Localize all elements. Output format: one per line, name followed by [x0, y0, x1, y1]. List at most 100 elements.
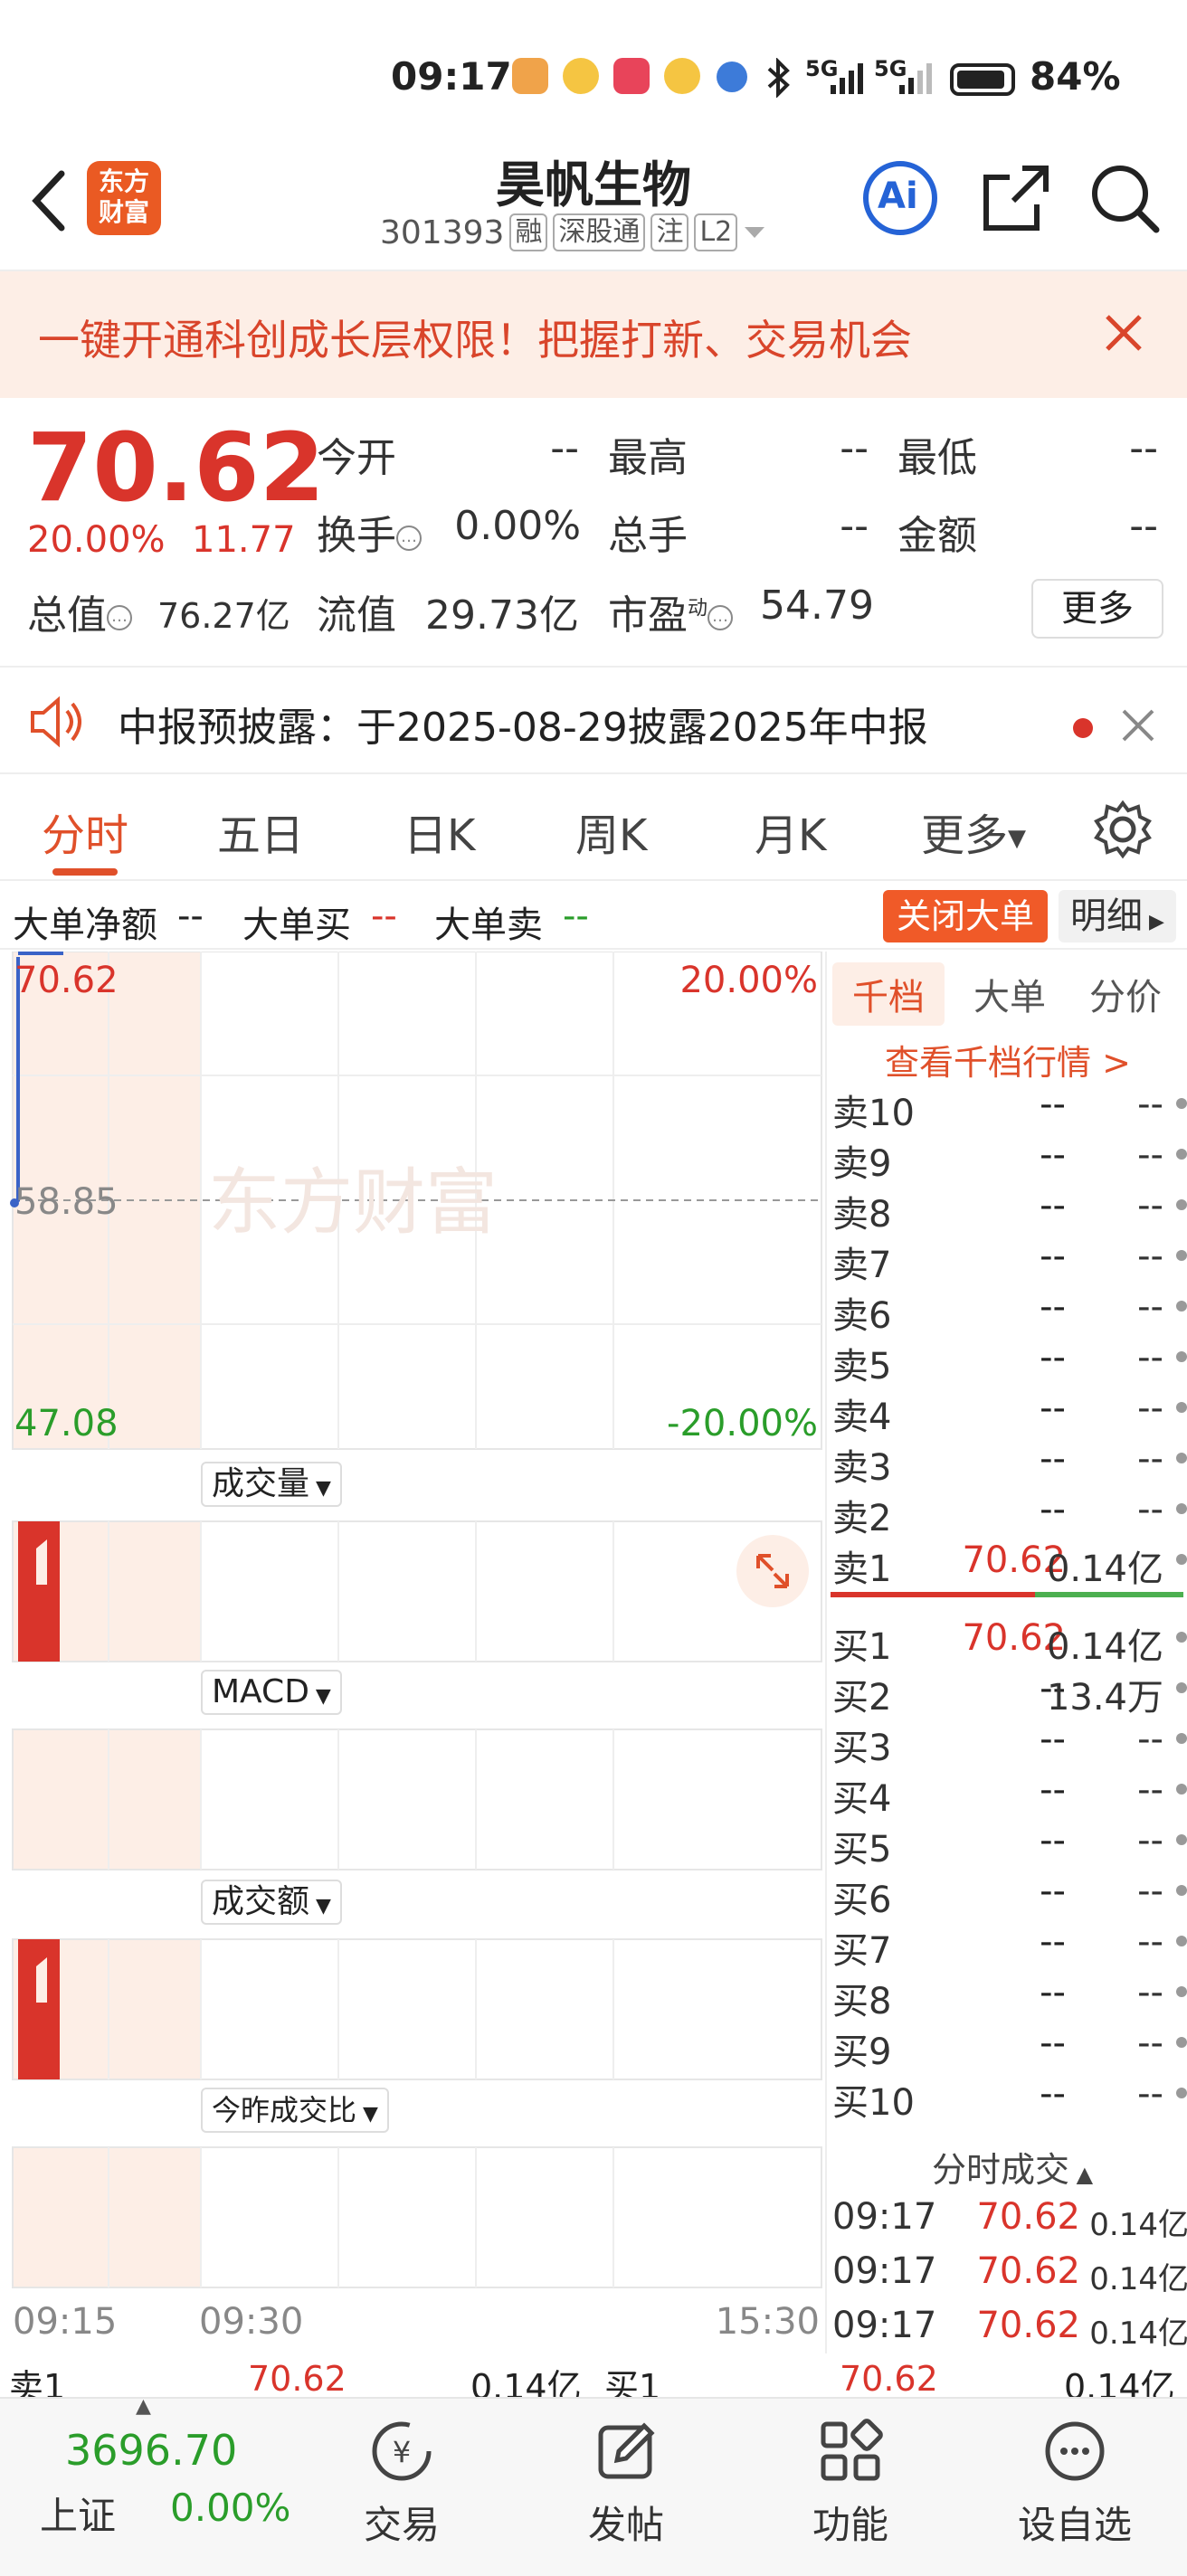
change-amount: 11.77	[192, 519, 296, 561]
ask-row[interactable]: 卖6 -- --	[832, 1281, 1187, 1337]
battery-percent: 84%	[1030, 54, 1121, 99]
nav-post[interactable]: 发帖	[545, 2415, 707, 2550]
bid-row[interactable]: 买3 -- --	[832, 1713, 1187, 1769]
gear-icon[interactable]	[1093, 800, 1153, 859]
price-high-label: 70.62	[14, 960, 119, 1001]
level-dot	[1176, 1098, 1187, 1109]
tab-daily-k[interactable]: 日K	[404, 800, 475, 863]
tab-depth[interactable]: 千档	[832, 962, 945, 1026]
level-dot	[1176, 1632, 1187, 1643]
bid-row[interactable]: 买5 -- --	[832, 1814, 1187, 1870]
promo-text: 一键开通科创成长层权限！把握打新、交易机会	[38, 316, 912, 365]
level-volume: --	[1137, 1820, 1163, 1861]
close-icon[interactable]	[1118, 706, 1158, 745]
info-icon[interactable]: …	[707, 605, 734, 630]
earnings-notice[interactable]: 中报预披露：于2025-08-29披露2025年中报	[0, 666, 1187, 774]
ai-assistant-button[interactable]: Ai	[861, 159, 939, 237]
trade-price: 70.62	[976, 2250, 1080, 2292]
info-icon[interactable]: …	[396, 526, 422, 551]
amount-pane-selector[interactable]: 成交额 ▼	[201, 1880, 342, 1925]
bid-row[interactable]: 买9 -- --	[832, 2017, 1187, 2073]
sell-value: --	[563, 895, 589, 937]
detail-button[interactable]: 明细 ▶	[1059, 890, 1176, 942]
ask-row[interactable]: 卖4 -- --	[832, 1382, 1187, 1438]
share-icon[interactable]	[977, 159, 1055, 237]
float-value: 29.73亿	[425, 592, 579, 639]
promo-banner[interactable]: 一键开通科创成长层权限！把握打新、交易机会	[0, 271, 1187, 398]
level-price: --	[1040, 1719, 1066, 1760]
trade-row: 09:17 70.62 0.14亿	[832, 2299, 1187, 2352]
level-dot	[1176, 1936, 1187, 1946]
info-icon[interactable]: …	[107, 605, 132, 630]
bid-row[interactable]: 买6 -- --	[832, 1865, 1187, 1921]
level-price: --	[1040, 1387, 1066, 1429]
nav-functions[interactable]: 功能	[769, 2415, 932, 2550]
nav-trade[interactable]: ¥ 交易	[320, 2415, 483, 2550]
close-big-orders-button[interactable]: 关闭大单	[883, 890, 1048, 942]
bid-row[interactable]: 买10 -- --	[832, 2068, 1187, 2124]
ask-row[interactable]: 卖7 -- --	[832, 1230, 1187, 1286]
level-price: --	[1040, 1185, 1066, 1226]
level-price: --	[1040, 1489, 1066, 1530]
level-price: --	[1040, 1769, 1066, 1811]
caret-down-icon: ▼	[309, 1477, 331, 1500]
tab-more[interactable]: 更多▼	[921, 800, 1026, 863]
tab-weekly-k[interactable]: 周K	[575, 800, 647, 863]
caret-down-icon	[745, 227, 765, 238]
level1-ticker: 卖1 70.62 0.14亿 买1 70.62 0.14亿	[0, 2355, 1187, 2397]
view-depth-link[interactable]: 查看千档行情 >	[885, 1035, 1131, 1084]
level-volume: --	[1137, 1084, 1163, 1125]
trades-header[interactable]: 分时成交 ▲	[932, 2142, 1093, 2192]
tab-big-orders[interactable]: 大单	[973, 968, 1046, 1020]
bid-row[interactable]: 买4 -- --	[832, 1764, 1187, 1820]
more-button[interactable]: 更多	[1031, 579, 1163, 639]
trade-volume: 0.14亿	[1089, 2261, 1187, 2297]
tab-intraday[interactable]: 分时	[42, 800, 128, 863]
ask-row[interactable]: 卖3 -- --	[832, 1433, 1187, 1489]
pe-label: 市盈动…	[608, 582, 734, 640]
expand-button[interactable]	[736, 1535, 809, 1607]
pane-label: 成交额	[212, 1883, 310, 1920]
level-dot	[1176, 1351, 1187, 1362]
net-label: 大单净额	[13, 904, 157, 946]
turnover-label: 换手…	[317, 503, 422, 561]
ask-row[interactable]: 卖5 -- --	[832, 1331, 1187, 1387]
level-volume: --	[1137, 1972, 1163, 2013]
close-icon[interactable]	[1097, 306, 1151, 360]
tab-five-day[interactable]: 五日	[217, 800, 304, 863]
trade-time: 09:17	[832, 2250, 937, 2292]
level-price: --	[1040, 1820, 1066, 1861]
ask-row[interactable]: 卖2 -- --	[832, 1483, 1187, 1539]
ask-row[interactable]: 卖9 -- --	[832, 1129, 1187, 1185]
bid-row[interactable]: 买7 -- --	[832, 1916, 1187, 1972]
intraday-chart[interactable]: 东方财富 70.62 58.85 47.08 20.00% -20.00% 09…	[0, 951, 823, 2353]
stock-code-line[interactable]: 301393 融 深股通 注 L2	[380, 213, 766, 251]
bid-row[interactable]: 买2 -- 13.4万	[832, 1662, 1187, 1719]
ratio-pane-selector[interactable]: 今昨成交比 ▼	[201, 2088, 389, 2133]
macd-pane-selector[interactable]: MACD ▼	[201, 1670, 342, 1715]
ask-row[interactable]: 卖1 70.62 0.14亿	[832, 1534, 1187, 1590]
ai-label: Ai	[878, 175, 918, 217]
level-volume: --	[1137, 1719, 1163, 1760]
nav-label: 功能	[812, 2503, 888, 2547]
ask-row[interactable]: 卖8 -- --	[832, 1179, 1187, 1236]
search-icon[interactable]	[1086, 159, 1163, 237]
level-dot	[1176, 1682, 1187, 1693]
bid-row[interactable]: 买1 70.62 0.14亿	[832, 1612, 1187, 1668]
ticker-buy-price: 70.62	[840, 2359, 938, 2397]
nav-label: 设自选	[1017, 2503, 1132, 2547]
pe-value: 54.79	[760, 582, 874, 629]
nav-add-watchlist[interactable]: 设自选	[993, 2415, 1156, 2550]
chart-svg: 东方财富 70.62 58.85 47.08 20.00% -20.00% 09…	[10, 951, 822, 2343]
index-widget[interactable]: ▲ 3696.70 上证 0.00%	[0, 2395, 308, 2576]
edit-icon	[598, 2422, 655, 2479]
tab-more-label: 更多	[921, 810, 1009, 861]
volume-pane-selector[interactable]: 成交量 ▼	[201, 1462, 342, 1507]
mktcap-label-text: 总值	[27, 592, 107, 639]
bid-row[interactable]: 买8 -- --	[832, 1966, 1187, 2022]
stock-code: 301393	[380, 213, 505, 251]
tab-monthly-k[interactable]: 月K	[755, 800, 826, 863]
battery-icon	[950, 63, 1015, 96]
tab-price-dist[interactable]: 分价	[1089, 968, 1162, 1020]
ask-row[interactable]: 卖10 -- --	[832, 1078, 1187, 1134]
